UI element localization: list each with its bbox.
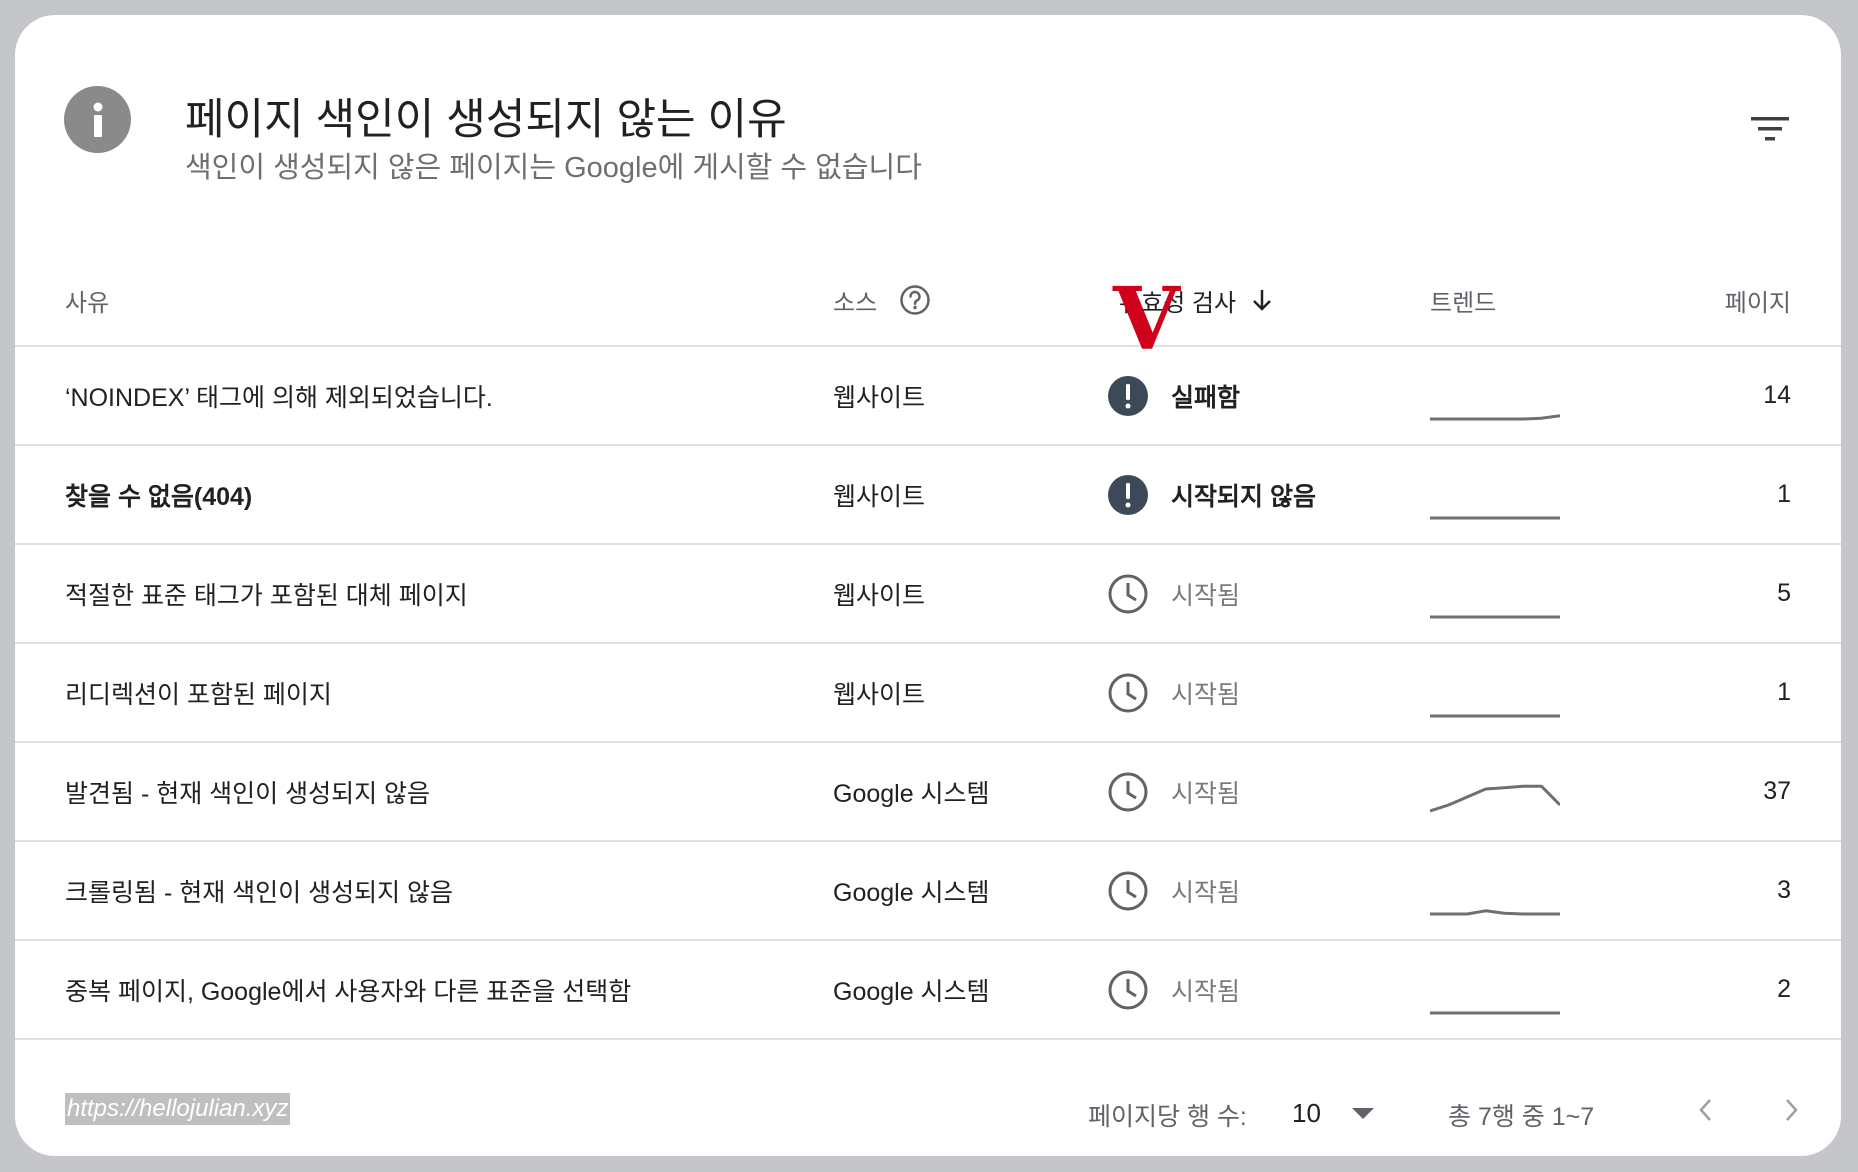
row-reason: 찾을 수 없음(404) bbox=[65, 482, 253, 511]
watermark: https://hellojulian.xyz bbox=[65, 1093, 291, 1125]
row-page-count: 37 bbox=[1763, 777, 1791, 805]
previous-page-button[interactable] bbox=[1682, 1087, 1728, 1133]
rows-per-page-select[interactable]: 10 bbox=[1292, 1089, 1375, 1137]
row-trend-sparkline bbox=[1430, 743, 1560, 840]
table-row[interactable]: 적절한 표준 태그가 포함된 대체 페이지 웹사이트 시작됨 5 bbox=[15, 545, 1841, 644]
row-page-count: 5 bbox=[1777, 579, 1791, 607]
error-exclamation-icon bbox=[1107, 474, 1149, 516]
row-trend-sparkline bbox=[1430, 545, 1560, 642]
row-validation-status: 시작됨 bbox=[1171, 581, 1241, 610]
row-reason: 크롤링됨 - 현재 색인이 생성되지 않음 bbox=[65, 878, 454, 907]
row-source: Google 시스템 bbox=[833, 977, 990, 1006]
rows-per-page-value: 10 bbox=[1292, 1097, 1321, 1128]
row-validation: 시작됨 bbox=[1107, 743, 1240, 840]
sort-arrow-down-icon bbox=[1250, 287, 1274, 313]
row-trend-sparkline bbox=[1430, 446, 1560, 543]
row-validation-status: 시작됨 bbox=[1171, 680, 1241, 709]
table-row[interactable]: 중복 페이지, Google에서 사용자와 다른 표준을 선택함 Google 시… bbox=[15, 941, 1841, 1040]
row-reason: 중복 페이지, Google에서 사용자와 다른 표준을 선택함 bbox=[65, 977, 632, 1006]
row-validation: 시작됨 bbox=[1107, 545, 1240, 642]
row-validation: 시작됨 bbox=[1107, 842, 1240, 939]
page-subtitle: 색인이 생성되지 않은 페이지는 Google에 게시할 수 없습니다 bbox=[185, 152, 922, 184]
filter-button[interactable] bbox=[1745, 107, 1795, 151]
clock-icon bbox=[1107, 573, 1149, 615]
error-exclamation-icon bbox=[1107, 375, 1149, 417]
table-row[interactable]: 크롤링됨 - 현재 색인이 생성되지 않음 Google 시스템 시작됨 3 bbox=[15, 842, 1841, 941]
help-icon[interactable] bbox=[899, 284, 931, 316]
next-page-button[interactable] bbox=[1769, 1087, 1815, 1133]
row-reason: ‘NOINDEX’ 태그에 의해 제외되었습니다. bbox=[65, 383, 493, 412]
row-page-count: 1 bbox=[1777, 678, 1791, 706]
clock-icon bbox=[1107, 771, 1149, 813]
row-trend-sparkline bbox=[1430, 347, 1560, 444]
row-validation: 시작됨 bbox=[1107, 644, 1240, 741]
column-header-source[interactable]: 소스 bbox=[833, 255, 931, 345]
row-reason: 리디렉션이 포함된 페이지 bbox=[65, 680, 332, 709]
row-page-count: 14 bbox=[1763, 381, 1791, 409]
row-source: Google 시스템 bbox=[833, 779, 990, 808]
row-validation-status: 실패함 bbox=[1171, 383, 1241, 412]
red-check-annotation: V bbox=[1113, 269, 1180, 370]
row-trend-sparkline bbox=[1430, 941, 1560, 1038]
row-validation-status: 시작됨 bbox=[1171, 977, 1241, 1006]
row-validation-status: 시작됨 bbox=[1171, 779, 1241, 808]
row-validation-status: 시작되지 않음 bbox=[1171, 482, 1316, 511]
row-validation: 시작되지 않음 bbox=[1107, 446, 1316, 543]
table-row[interactable]: 발견됨 - 현재 색인이 생성되지 않음 Google 시스템 시작됨 37 bbox=[15, 743, 1841, 842]
column-header-reason[interactable]: 사유 bbox=[65, 255, 109, 345]
trend-line bbox=[1430, 784, 1560, 812]
row-source: 웹사이트 bbox=[833, 383, 926, 412]
row-trend-sparkline bbox=[1430, 644, 1560, 741]
table-header: 사유 소스 유효성 검사 트렌드 페이지 bbox=[15, 255, 1841, 347]
rows-per-page-label: 페이지당 행 수: bbox=[1088, 1103, 1247, 1131]
row-source: 웹사이트 bbox=[833, 581, 926, 610]
table-row[interactable]: ‘NOINDEX’ 태그에 의해 제외되었습니다. 웹사이트 실패함 14 bbox=[15, 347, 1841, 446]
table-row[interactable]: 리디렉션이 포함된 페이지 웹사이트 시작됨 1 bbox=[15, 644, 1841, 743]
trend-line bbox=[1430, 908, 1560, 915]
table-row[interactable]: 찾을 수 없음(404) 웹사이트 시작되지 않음 1 bbox=[15, 446, 1841, 545]
trend-line bbox=[1430, 413, 1560, 420]
row-trend-sparkline bbox=[1430, 842, 1560, 939]
clock-icon bbox=[1107, 672, 1149, 714]
clock-icon bbox=[1107, 969, 1149, 1011]
row-source: Google 시스템 bbox=[833, 878, 990, 907]
column-header-pages[interactable]: 페이지 bbox=[1725, 255, 1791, 345]
row-reason: 적절한 표준 태그가 포함된 대체 페이지 bbox=[65, 581, 468, 610]
report-card: 페이지 색인이 생성되지 않는 이유 색인이 생성되지 않은 페이지는 Goog… bbox=[15, 15, 1841, 1156]
filter-icon bbox=[1751, 117, 1789, 141]
row-source: 웹사이트 bbox=[833, 680, 926, 709]
row-validation: 시작됨 bbox=[1107, 941, 1240, 1038]
pagination-range: 총 7행 중 1~7 bbox=[1448, 1103, 1595, 1131]
page-title: 페이지 색인이 생성되지 않는 이유 bbox=[185, 96, 787, 144]
dropdown-arrow-icon bbox=[1351, 1108, 1374, 1119]
row-page-count: 3 bbox=[1777, 876, 1791, 904]
row-page-count: 1 bbox=[1777, 480, 1791, 508]
info-icon bbox=[64, 86, 131, 153]
row-validation-status: 시작됨 bbox=[1171, 878, 1241, 907]
column-header-trend: 트렌드 bbox=[1430, 289, 1497, 317]
row-source: 웹사이트 bbox=[833, 482, 926, 511]
chevron-left-icon bbox=[1699, 1099, 1711, 1121]
chevron-right-icon bbox=[1786, 1099, 1798, 1121]
row-reason: 발견됨 - 현재 색인이 생성되지 않음 bbox=[65, 779, 431, 808]
clock-icon bbox=[1107, 870, 1149, 912]
row-page-count: 2 bbox=[1777, 975, 1791, 1003]
